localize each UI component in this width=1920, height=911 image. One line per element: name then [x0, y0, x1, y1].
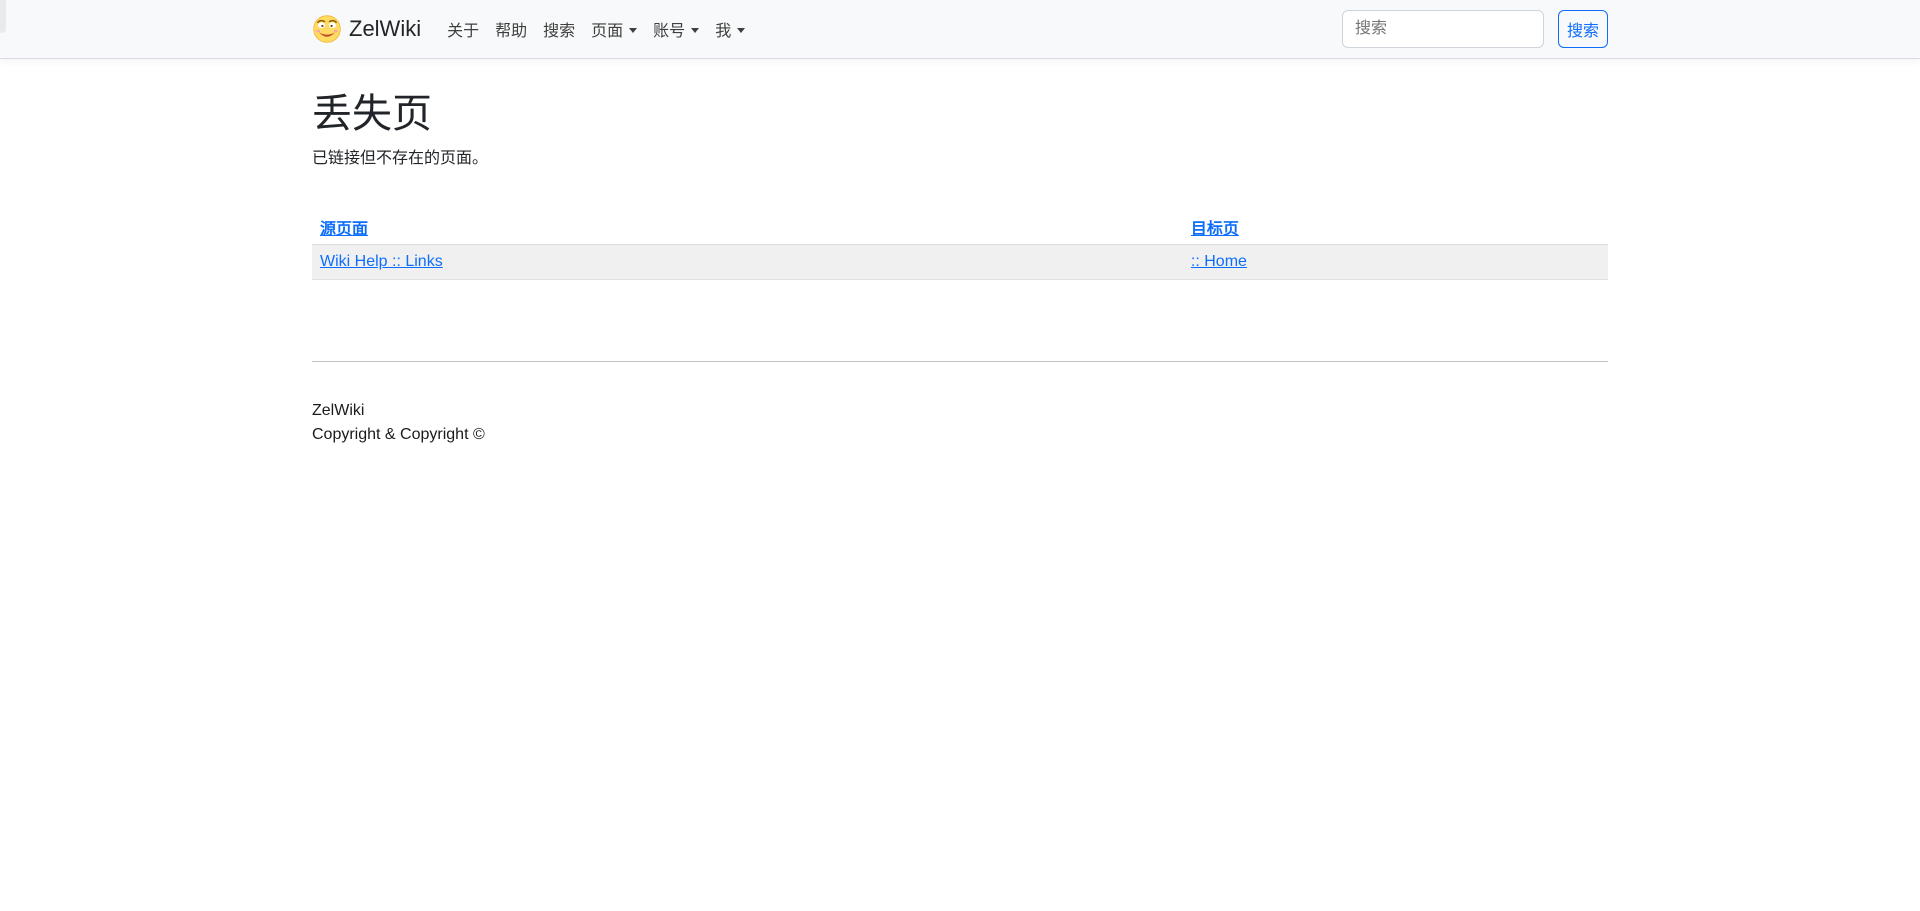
footer-divider: [312, 361, 1608, 362]
page-title: 丢失页: [312, 90, 1608, 138]
nav-item-search[interactable]: 搜索: [535, 9, 583, 49]
nav-item-account-dropdown[interactable]: 账号: [645, 9, 707, 49]
caret-down-icon: [691, 28, 699, 33]
nav-item-pages-dropdown[interactable]: 页面: [583, 9, 645, 49]
main-content: 丢失页 已链接但不存在的页面。 源页面 目标页 Wiki Help :: Lin…: [300, 59, 1620, 447]
nav-item-me-dropdown[interactable]: 我: [707, 9, 753, 49]
search-form: 搜索: [1342, 10, 1608, 48]
target-page-link[interactable]: :: Home: [1191, 253, 1247, 270]
table-row: Wiki Help :: Links :: Home: [312, 245, 1608, 280]
source-page-link[interactable]: Wiki Help :: Links: [320, 253, 443, 270]
footer-copyright: Copyright & Copyright ©: [312, 423, 1608, 447]
nav-item-about[interactable]: 关于: [439, 9, 487, 49]
search-button[interactable]: 搜索: [1558, 10, 1608, 48]
caret-down-icon: [629, 28, 637, 33]
page-subtitle: 已链接但不存在的页面。: [312, 147, 1608, 171]
missing-pages-table: 源页面 目标页 Wiki Help :: Links :: Home: [312, 211, 1608, 280]
page-footer: ZelWiki Copyright & Copyright ©: [312, 399, 1608, 447]
table-header-row: 源页面 目标页: [312, 211, 1608, 245]
nav-item-help[interactable]: 帮助: [487, 9, 535, 49]
caret-down-icon: [737, 28, 745, 33]
sort-source-column-link[interactable]: 源页面: [320, 221, 368, 238]
main-nav: 关于 帮助 搜索 页面 账号 我: [439, 9, 753, 49]
smiley-logo-icon: [312, 14, 342, 44]
top-navbar: ZelWiki 关于 帮助 搜索 页面 账号 我 搜索: [0, 0, 1920, 59]
sort-target-column-link[interactable]: 目标页: [1191, 221, 1239, 238]
search-input[interactable]: [1342, 10, 1544, 48]
brand-link[interactable]: ZelWiki: [312, 14, 421, 44]
edge-tab: [0, 0, 6, 33]
brand-text: ZelWiki: [349, 16, 421, 42]
footer-site-name: ZelWiki: [312, 399, 1608, 423]
